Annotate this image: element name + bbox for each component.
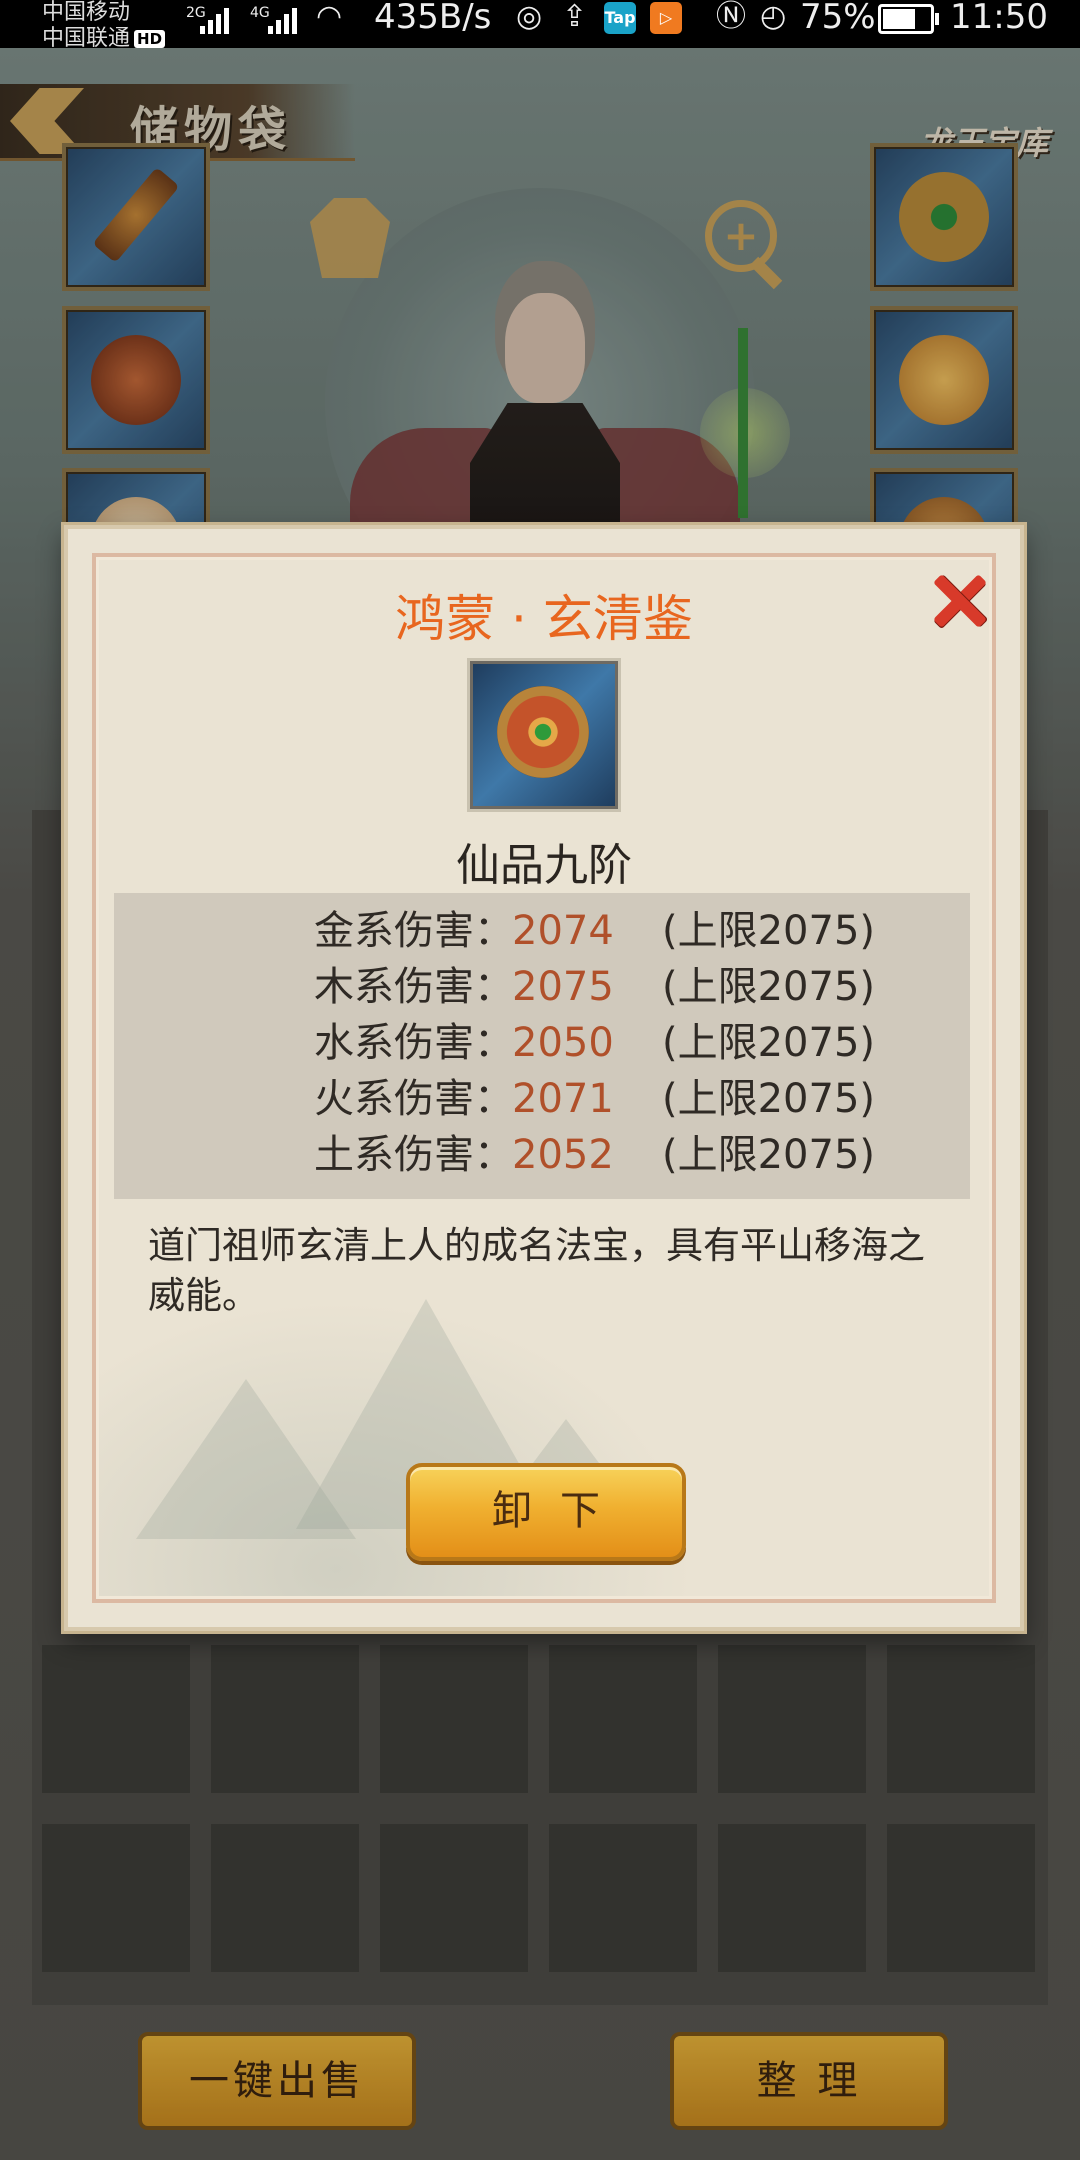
hd-badge: HD [134, 30, 166, 48]
carrier-2: 中国联通 [42, 26, 131, 51]
item-description: 道门祖师玄清上人的成名法宝，具有平山移海之威能。 [148, 1224, 925, 1317]
stat-cap: (上限2075) [662, 964, 876, 1010]
stat-label: 金系伤害： [314, 908, 514, 954]
mirror-icon [497, 686, 589, 778]
stat-value: 2074 [512, 908, 614, 954]
item-detail-dialog: 鸿蒙 · 玄清鉴 仙品九阶 金系伤害： 2074 (上限2075) 木系伤害： … [64, 525, 1024, 1631]
stat-cap: (上限2075) [662, 1132, 876, 1178]
stat-row: 木系伤害： 2075 (上限2075) [114, 959, 970, 1015]
stat-row: 金系伤害： 2074 (上限2075) [114, 903, 970, 959]
stat-value: 2052 [512, 1132, 614, 1178]
stats-table: 金系伤害： 2074 (上限2075) 木系伤害： 2075 (上限2075) … [114, 893, 970, 1199]
stat-cap: (上限2075) [662, 1020, 876, 1066]
clock: 11:50 [950, 0, 1048, 37]
unequip-button[interactable]: 卸下 [406, 1463, 686, 1561]
taptap-icon: Tap [604, 2, 636, 34]
signal-icon-1 [200, 4, 229, 34]
stat-row: 水系伤害： 2050 (上限2075) [114, 1015, 970, 1071]
alarm-icon: ◴ [760, 0, 787, 34]
upload-icon: ⇪ [562, 0, 588, 34]
wifi-icon: ◠ [316, 0, 343, 34]
nfc-icon: Ⓝ [716, 0, 746, 34]
stat-label: 火系伤害： [314, 1076, 514, 1122]
sync-icon: ◎ [516, 0, 543, 34]
stat-label: 木系伤害： [314, 964, 514, 1010]
stat-label: 水系伤害： [314, 1020, 514, 1066]
stat-value: 2075 [512, 964, 614, 1010]
item-grade: 仙品九阶 [456, 840, 632, 891]
stat-value: 2050 [512, 1020, 614, 1066]
battery-icon [878, 4, 939, 34]
stat-value: 2071 [512, 1076, 614, 1122]
signal-icon-2 [268, 4, 297, 34]
item-name: 鸿蒙 · 玄清鉴 [395, 590, 693, 648]
net-type-2: 4G [250, 5, 270, 21]
carrier-1: 中国移动 [42, 0, 131, 25]
battery-percent: 75% [800, 0, 876, 37]
app-icon-orange: ▷ [650, 2, 682, 34]
stat-row: 火系伤害： 2071 (上限2075) [114, 1071, 970, 1127]
stat-label: 土系伤害： [314, 1132, 514, 1178]
network-speed: 435B/s [374, 0, 492, 37]
close-icon[interactable] [928, 569, 992, 633]
stat-cap: (上限2075) [662, 908, 876, 954]
item-icon-frame [470, 661, 618, 809]
stat-row: 土系伤害： 2052 (上限2075) [114, 1127, 970, 1183]
status-bar: 中国移动 中国联通 HD 2G 4G ◠ 435B/s ◎ ⇪ Tap ▷ Ⓝ ◴… [0, 0, 1080, 51]
stat-cap: (上限2075) [662, 1076, 876, 1122]
carrier-labels: 中国移动 中国联通 HD [42, 0, 166, 52]
